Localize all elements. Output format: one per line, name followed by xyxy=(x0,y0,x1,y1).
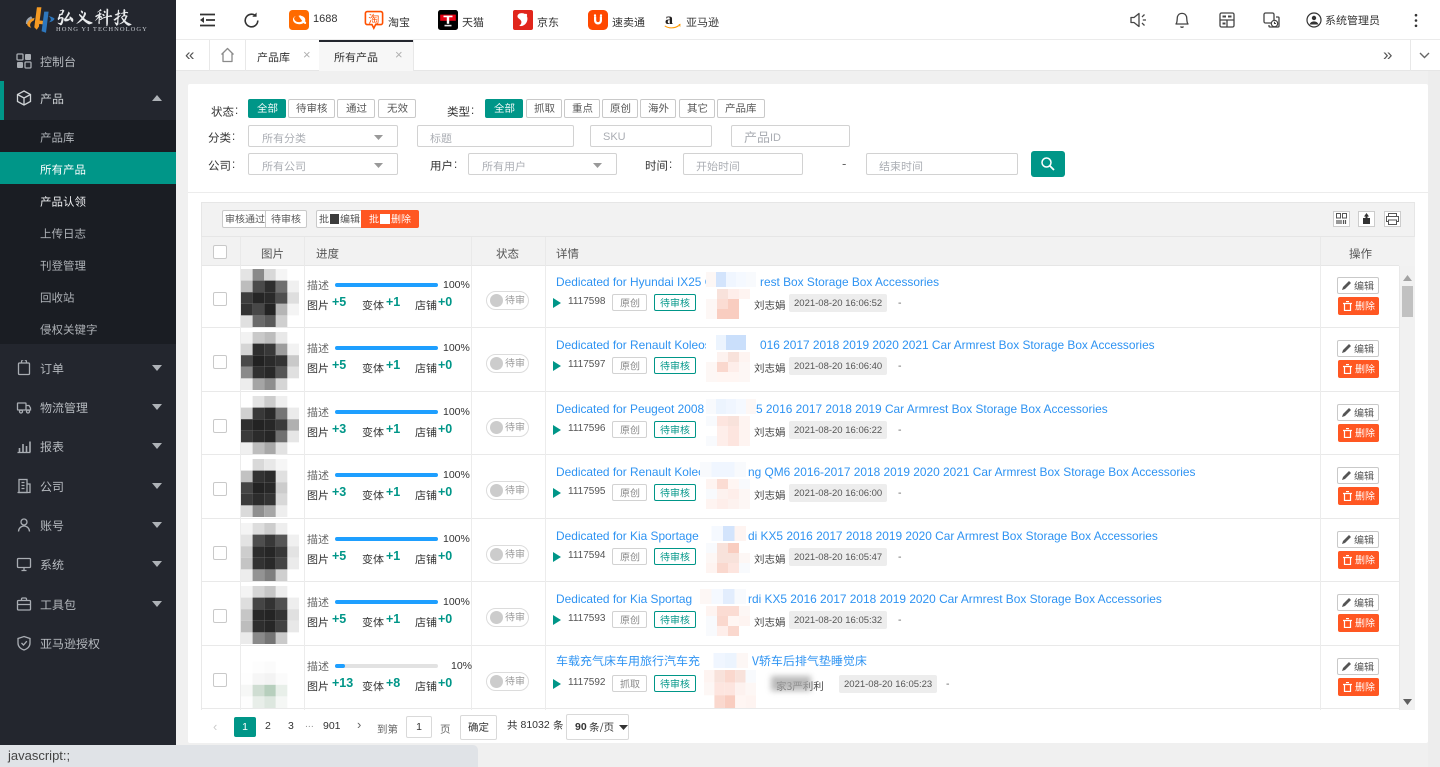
svg-text:a: a xyxy=(665,11,673,28)
